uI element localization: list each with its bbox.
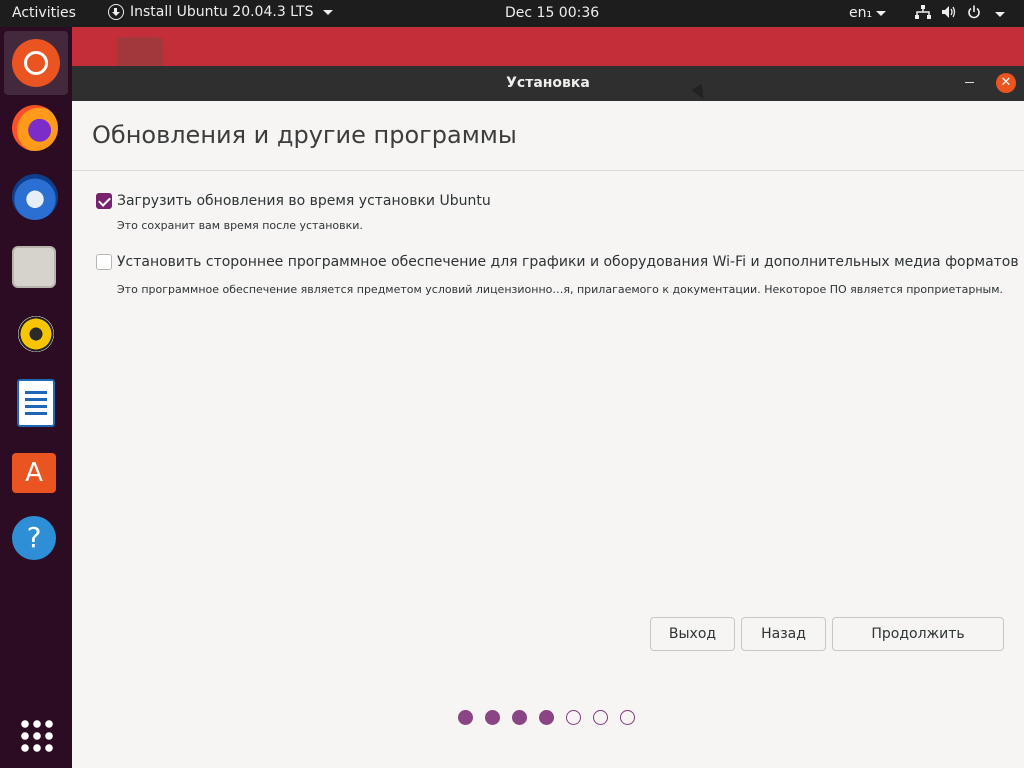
rhythmbox-icon [18, 316, 54, 352]
download-updates-label: Загрузить обновления во время установки … [117, 193, 491, 209]
third-party-checkbox[interactable]: Установить стороннее программное обеспеч… [96, 254, 1019, 270]
volume-icon [941, 5, 957, 23]
progress-dot [485, 710, 500, 725]
chevron-down-icon [323, 9, 334, 15]
dock: A ? [0, 27, 72, 768]
page-header: Обновления и другие программы [72, 101, 1024, 171]
third-party-label: Установить стороннее программное обеспеч… [117, 254, 1019, 270]
back-button[interactable]: Назад [741, 617, 826, 651]
progress-dot [458, 710, 473, 725]
firefox-icon [12, 105, 58, 151]
checkbox-checked[interactable] [96, 193, 112, 209]
clock[interactable]: Dec 15 00:36 [505, 5, 599, 21]
dock-thunderbird[interactable] [12, 174, 60, 222]
checkbox-unchecked[interactable] [96, 254, 112, 270]
progress-dot [566, 710, 581, 725]
progress-dot [620, 710, 635, 725]
page-title: Обновления и другие программы [92, 121, 517, 149]
third-party-description: Это программное обеспечение является пре… [117, 283, 1004, 296]
activities-button[interactable]: Activities [12, 5, 76, 21]
dock-help[interactable]: ? [12, 516, 60, 564]
download-icon [108, 4, 124, 20]
network-icon [915, 5, 931, 23]
installer-window: Установка ✕ Обновления и другие программ… [72, 66, 1024, 768]
files-icon [12, 246, 56, 288]
ubuntu-installer-icon [12, 39, 60, 87]
progress-dots [458, 710, 635, 725]
chevron-down-icon [876, 10, 887, 16]
app-menu-label: Install Ubuntu 20.04.3 LTS [130, 4, 314, 20]
system-menu[interactable] [915, 5, 1005, 23]
continue-button[interactable]: Продолжить [832, 617, 1004, 651]
home-folder-icon[interactable] [117, 37, 163, 67]
writer-icon [17, 379, 55, 427]
download-updates-description: Это сохранит вам время после установки. [117, 219, 363, 232]
help-icon: ? [12, 516, 56, 560]
window-title: Установка [506, 75, 590, 91]
progress-dot [539, 710, 554, 725]
dock-files[interactable] [12, 242, 60, 290]
language-indicator[interactable]: en₁ [849, 5, 887, 21]
dock-libreoffice-writer[interactable] [12, 379, 60, 427]
chevron-down-icon [995, 11, 1005, 17]
desktop [72, 27, 1024, 67]
download-updates-checkbox[interactable]: Загрузить обновления во время установки … [96, 193, 491, 209]
dock-firefox[interactable] [12, 105, 60, 153]
progress-dot [512, 710, 527, 725]
dock-ubuntu-software[interactable]: A [12, 447, 60, 495]
window-titlebar[interactable]: Установка ✕ [72, 66, 1024, 101]
power-icon [967, 5, 981, 23]
software-store-icon: A [12, 453, 56, 493]
top-bar: Activities Install Ubuntu 20.04.3 LTS De… [0, 0, 1024, 27]
close-icon[interactable]: ✕ [996, 73, 1016, 93]
minimize-icon[interactable] [965, 82, 974, 83]
dock-rhythmbox[interactable] [12, 310, 60, 358]
language-label: en₁ [849, 5, 873, 21]
app-grid-icon [19, 718, 53, 752]
dock-show-applications[interactable] [12, 711, 60, 759]
quit-button[interactable]: Выход [650, 617, 735, 651]
app-menu[interactable]: Install Ubuntu 20.04.3 LTS [108, 4, 334, 20]
dock-ubuntu-installer[interactable] [4, 31, 68, 95]
thunderbird-icon [12, 174, 58, 220]
progress-dot [593, 710, 608, 725]
